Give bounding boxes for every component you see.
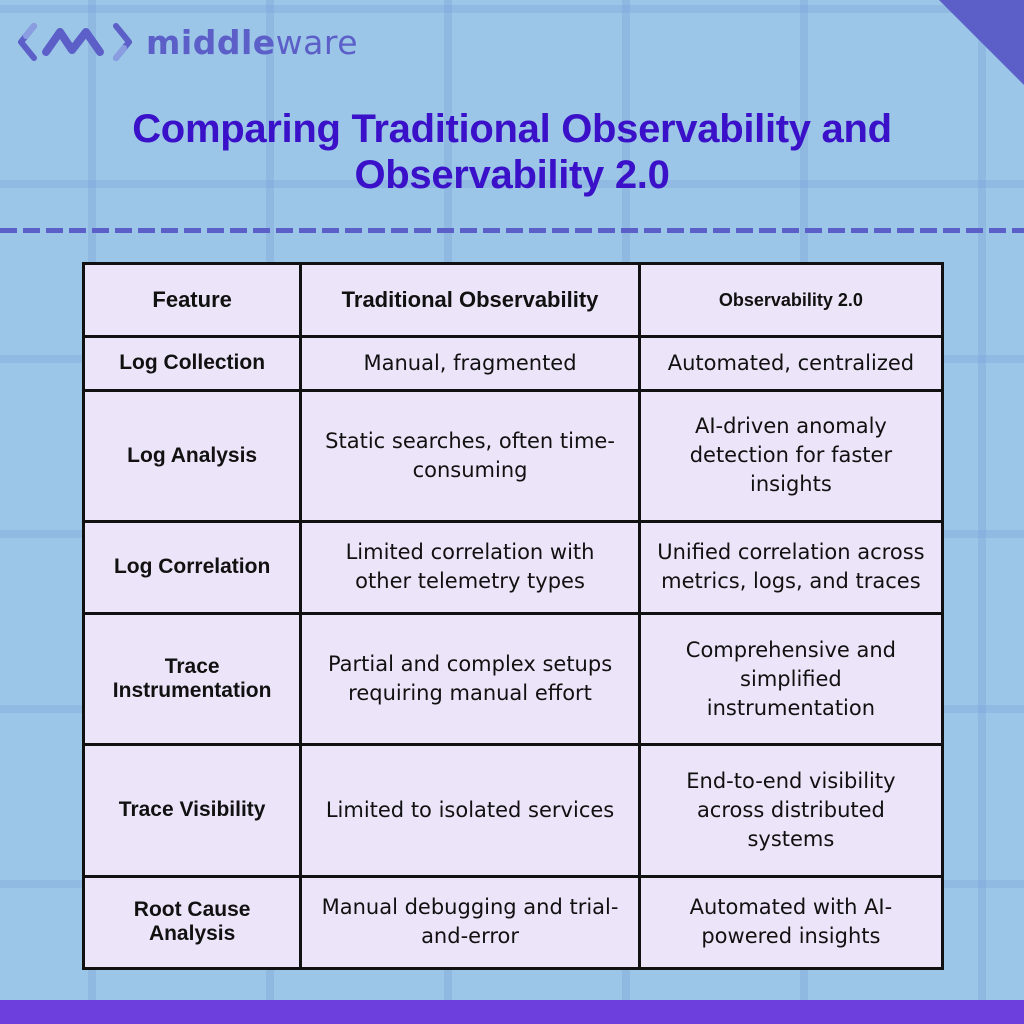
header-feature: Feature <box>81 262 303 338</box>
corner-triangle-decoration <box>939 0 1024 85</box>
table-row: Trace Visibility Limited to isolated ser… <box>81 743 945 878</box>
feature-cell: Trace Instrumentation <box>81 612 303 747</box>
traditional-cell: Limited correlation with other telemetry… <box>299 519 641 616</box>
feature-cell: Root Cause Analysis <box>81 874 303 971</box>
table-row: Trace Instrumentation Partial and comple… <box>81 612 945 747</box>
traditional-cell: Manual debugging and trial-and-error <box>299 874 641 971</box>
table-row: Log Analysis Static searches, often time… <box>81 388 945 523</box>
feature-cell: Log Correlation <box>81 519 303 616</box>
v2-cell: Automated with AI-powered insights <box>637 874 945 971</box>
title-line-1: Comparing Traditional Observability and <box>132 107 892 151</box>
header-traditional: Traditional Observability <box>299 262 641 338</box>
footer-bar <box>0 1000 1024 1024</box>
brand-name-light: ware <box>275 22 358 62</box>
traditional-cell: Manual, fragmented <box>299 335 641 392</box>
middleware-logo-icon <box>18 23 132 61</box>
comparison-table: Feature Traditional Observability Observ… <box>81 262 945 971</box>
feature-cell: Log Analysis <box>81 388 303 523</box>
feature-cell: Trace Visibility <box>81 743 303 878</box>
v2-cell: Automated, centralized <box>637 335 945 392</box>
table-row: Log Correlation Limited correlation with… <box>81 519 945 616</box>
traditional-cell: Static searches, often time-consuming <box>299 388 641 523</box>
table-header-row: Feature Traditional Observability Observ… <box>81 262 945 338</box>
page-title: Comparing Traditional Observability and … <box>0 106 1024 198</box>
traditional-cell: Partial and complex setups requiring man… <box>299 612 641 747</box>
brand-logo: middleware <box>16 18 358 66</box>
table-row: Log Collection Manual, fragmented Automa… <box>81 335 945 392</box>
v2-cell: Comprehensive and simplified instrumenta… <box>637 612 945 747</box>
table-row: Root Cause Analysis Manual debugging and… <box>81 874 945 971</box>
v2-cell: AI-driven anomaly detection for faster i… <box>637 388 945 523</box>
v2-cell: End-to-end visibility across distributed… <box>637 743 945 878</box>
feature-cell: Log Collection <box>81 335 303 392</box>
brand-name-bold: middle <box>146 22 276 62</box>
brand-name: middleware <box>146 23 358 62</box>
dashed-divider <box>0 228 1024 233</box>
v2-cell: Unified correlation across metrics, logs… <box>637 519 945 616</box>
header-observability-2: Observability 2.0 <box>637 262 945 338</box>
traditional-cell: Limited to isolated services <box>299 743 641 878</box>
title-line-2: Observability 2.0 <box>354 153 670 197</box>
